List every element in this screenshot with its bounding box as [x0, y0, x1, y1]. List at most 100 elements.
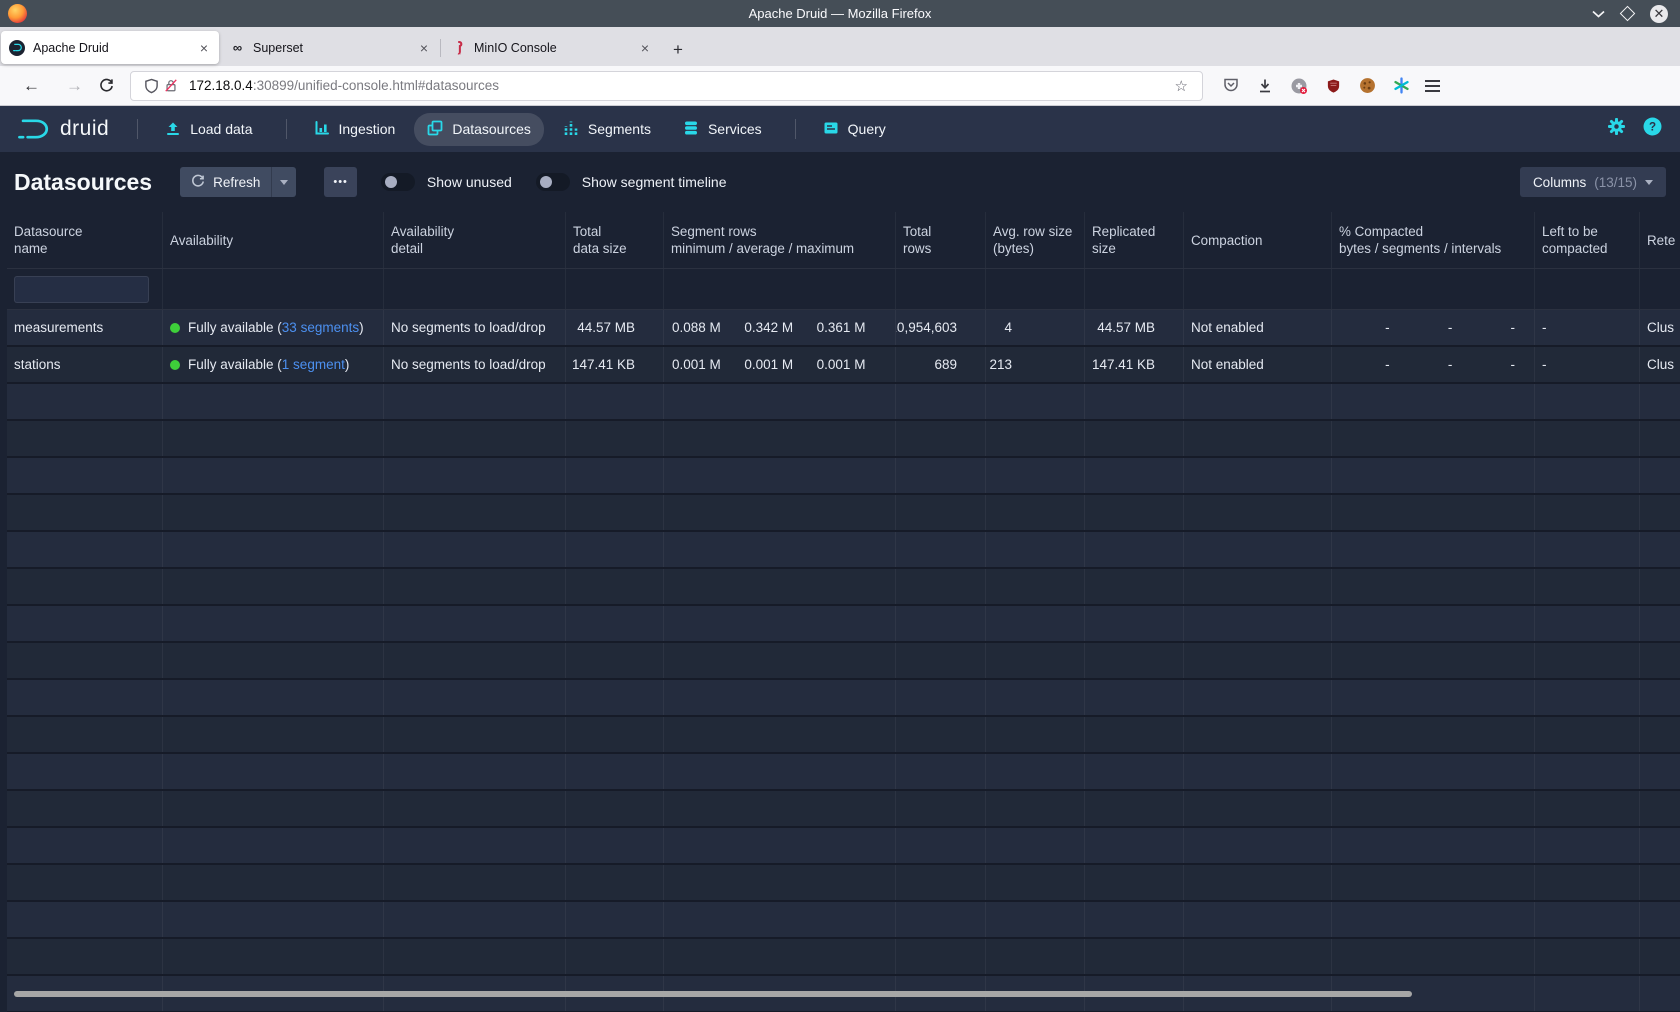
close-window-icon[interactable]: ✕ — [1650, 5, 1668, 23]
refresh-button[interactable]: Refresh — [180, 167, 271, 197]
empty-cell — [1332, 495, 1535, 530]
table-row — [7, 754, 1680, 791]
empty-cell — [664, 902, 896, 937]
pocket-icon[interactable] — [1221, 76, 1241, 96]
tab-close-icon[interactable]: × — [638, 40, 652, 56]
menu-hamburger-icon[interactable] — [1425, 80, 1440, 92]
nav-item-datasources[interactable]: Datasources — [414, 113, 544, 146]
url-path: :30899/unified-console.html#datasources — [253, 78, 499, 93]
empty-cell — [1535, 606, 1640, 641]
column-header-left_to_be_compacted[interactable]: Left to becompacted — [1535, 212, 1640, 268]
columns-dropdown-button[interactable]: Columns (13/15) — [1520, 167, 1666, 197]
empty-cell — [1640, 569, 1680, 604]
druid-logo[interactable]: druid — [14, 116, 109, 142]
insecure-lock-icon[interactable] — [161, 76, 181, 96]
nav-item-query[interactable]: Query — [810, 113, 899, 146]
table-header-row: DatasourcenameAvailabilityAvailabilityde… — [7, 212, 1680, 268]
cell-segment_rows: 0.001 M0.001 M0.001 M — [664, 347, 896, 382]
column-header-availability[interactable]: Availability — [163, 212, 384, 268]
tracking-shield-icon[interactable] — [141, 76, 161, 96]
tab-apache-druid[interactable]: Apache Druid × — [1, 31, 219, 64]
url-text[interactable]: 172.18.0.4:30899/unified-console.html#da… — [189, 78, 1171, 93]
list-tabs-chevron-icon[interactable] — [1592, 10, 1605, 18]
empty-cell — [1085, 532, 1184, 567]
empty-cell — [1535, 569, 1640, 604]
column-header-pct_compacted[interactable]: % Compactedbytes / segments / intervals — [1332, 212, 1535, 268]
table-row — [7, 939, 1680, 976]
empty-cell — [1332, 643, 1535, 678]
empty-cell — [1332, 569, 1535, 604]
empty-cell — [1640, 717, 1680, 752]
column-header-compaction[interactable]: Compaction — [1184, 212, 1332, 268]
empty-cell — [7, 717, 163, 752]
more-actions-button[interactable]: ••• — [324, 167, 357, 197]
table-row — [7, 532, 1680, 569]
datasources-table: DatasourcenameAvailabilityAvailabilityde… — [7, 212, 1680, 1012]
tab-close-icon[interactable]: × — [197, 40, 211, 56]
empty-cell — [1184, 902, 1332, 937]
segments-link[interactable]: 33 segments — [282, 320, 359, 335]
help-icon[interactable]: ? — [1643, 117, 1662, 141]
restore-window-icon[interactable] — [1620, 6, 1636, 22]
empty-cell — [7, 532, 163, 567]
empty-cell — [1085, 754, 1184, 789]
show-unused-toggle[interactable] — [381, 173, 415, 191]
cookie-icon[interactable] — [1357, 76, 1377, 96]
url-bar[interactable]: 172.18.0.4:30899/unified-console.html#da… — [130, 71, 1203, 101]
reload-button[interactable] — [96, 76, 116, 96]
tab-minio-console[interactable]: MinIO Console × — [442, 31, 660, 64]
table-row — [7, 384, 1680, 421]
datasource-name-filter-input[interactable] — [14, 276, 149, 303]
empty-cell — [986, 384, 1085, 419]
tab-superset[interactable]: ∞ Superset × — [221, 31, 439, 64]
segments-link[interactable]: 1 segment — [282, 357, 345, 372]
column-header-total_data_size[interactable]: Totaldata size — [566, 212, 664, 268]
nav-item-segments[interactable]: Segments — [550, 113, 664, 146]
empty-cell — [664, 421, 896, 456]
asterisk-extension-icon[interactable] — [1391, 76, 1411, 96]
nav-item-label: Datasources — [452, 121, 531, 137]
settings-gear-icon[interactable] — [1608, 118, 1625, 140]
empty-cell — [986, 791, 1085, 826]
druid-brand-text: druid — [60, 117, 109, 141]
empty-cell — [1332, 939, 1535, 974]
empty-cell — [896, 458, 986, 493]
nav-item-label: Segments — [588, 121, 651, 137]
column-header-replicated_size[interactable]: Replicatedsize — [1085, 212, 1184, 268]
horizontal-scrollbar[interactable] — [14, 991, 1412, 997]
empty-cell — [1085, 643, 1184, 678]
empty-cell — [1535, 791, 1640, 826]
empty-cell — [163, 384, 384, 419]
empty-cell — [1184, 680, 1332, 715]
ublock-shield-icon[interactable] — [1323, 76, 1343, 96]
tab-close-icon[interactable]: × — [417, 40, 431, 56]
page-title: Datasources — [14, 169, 152, 196]
empty-cell — [896, 902, 986, 937]
column-header-total_rows[interactable]: Totalrows — [896, 212, 986, 268]
column-header-retention[interactable]: Rete — [1640, 212, 1680, 268]
empty-cell — [1085, 680, 1184, 715]
empty-cell — [163, 643, 384, 678]
back-button[interactable]: ← — [10, 76, 53, 96]
nav-item-ingestion[interactable]: Ingestion — [301, 113, 409, 146]
column-header-segment_rows[interactable]: Segment rowsminimum / average / maximum — [664, 212, 896, 268]
nav-item-load-data[interactable]: Load data — [152, 113, 265, 146]
downloads-icon[interactable] — [1255, 76, 1275, 96]
column-header-avg_row_size[interactable]: Avg. row size(bytes) — [986, 212, 1085, 268]
segments-icon — [563, 120, 579, 139]
empty-cell — [384, 421, 566, 456]
extension-icon[interactable] — [1289, 76, 1309, 96]
show-segment-timeline-toggle[interactable] — [536, 173, 570, 191]
column-header-name[interactable]: Datasourcename — [7, 212, 163, 268]
nav-item-label: Services — [708, 121, 762, 137]
nav-item-services[interactable]: Services — [670, 113, 775, 146]
forward-button[interactable]: → — [53, 76, 96, 96]
refresh-interval-dropdown-button[interactable] — [271, 167, 296, 197]
new-tab-button[interactable]: + — [661, 40, 695, 60]
bookmark-star-icon[interactable]: ☆ — [1171, 77, 1192, 95]
empty-cell — [1184, 865, 1332, 900]
empty-cell — [163, 495, 384, 530]
empty-cell — [896, 495, 986, 530]
empty-cell — [566, 495, 664, 530]
column-header-detail[interactable]: Availabilitydetail — [384, 212, 566, 268]
